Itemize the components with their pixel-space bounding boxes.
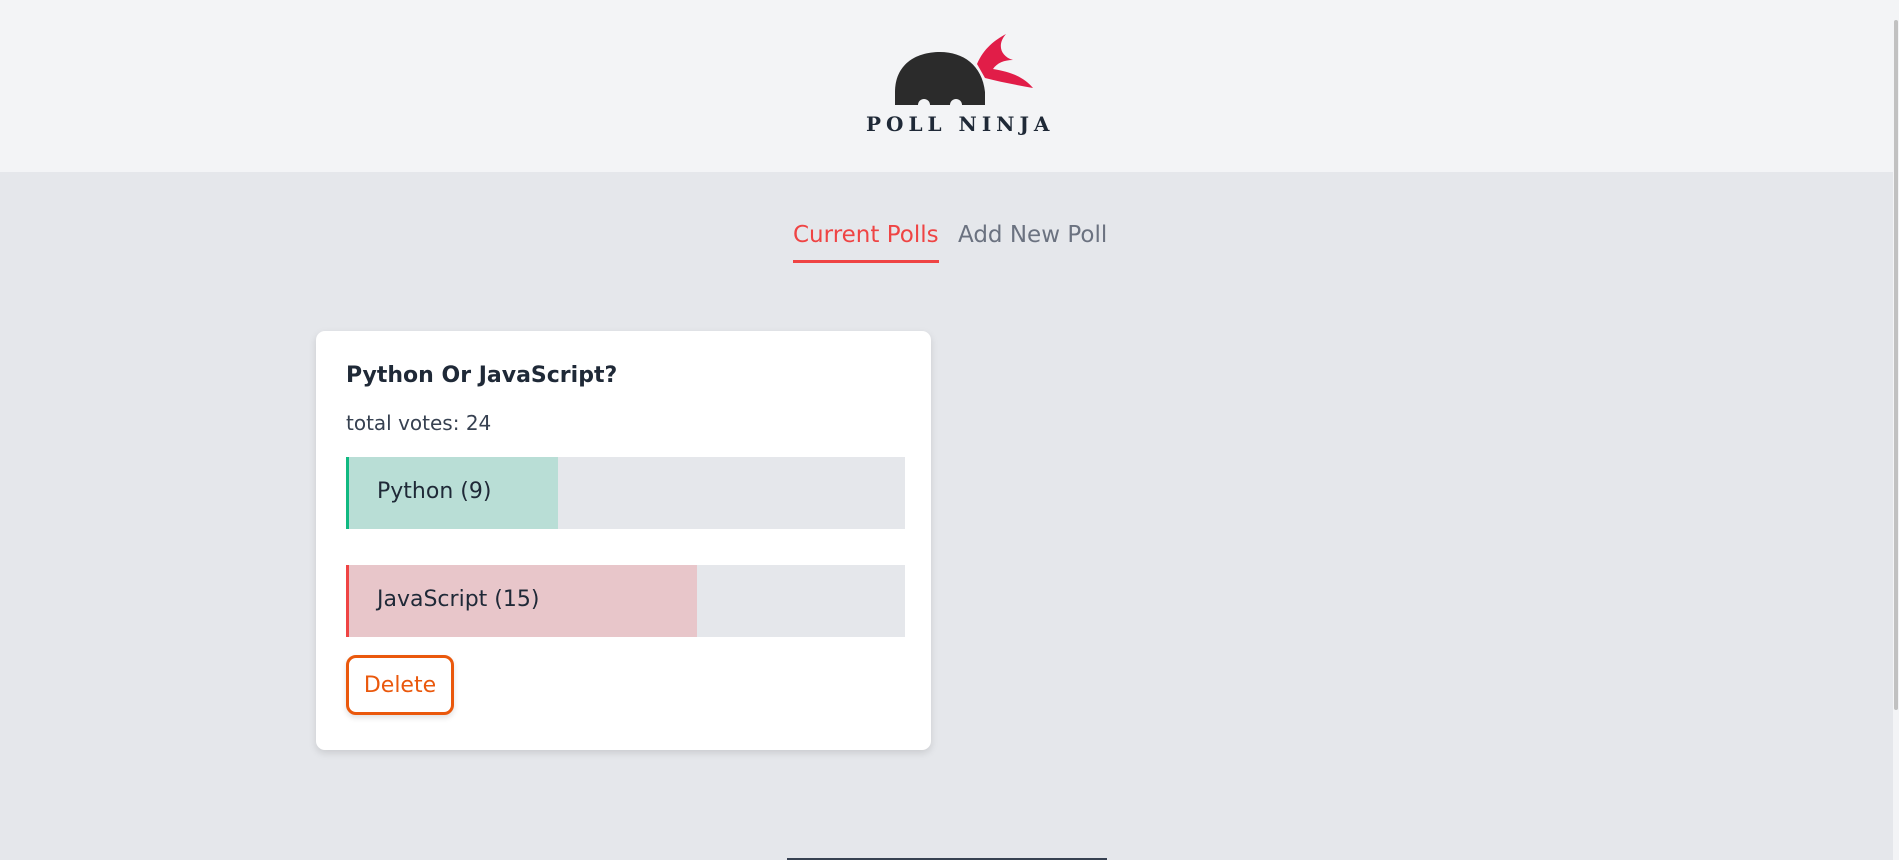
poll-answer-javascript[interactable]: JavaScript (15): [346, 565, 905, 637]
tab-current-polls[interactable]: Current Polls: [793, 222, 939, 263]
tab-bar: Current Polls Add New Poll: [0, 222, 1899, 272]
header: POLL NINJA: [0, 0, 1899, 172]
tab-add-new-poll[interactable]: Add New Poll: [958, 222, 1107, 260]
poll-total-votes: total votes: 24: [346, 411, 492, 435]
logo-text: POLL NINJA: [866, 112, 1055, 136]
ninja-head-icon: [895, 34, 1033, 105]
delete-button[interactable]: Delete: [346, 655, 454, 715]
answer-label-javascript: JavaScript (15): [377, 587, 540, 612]
scrollbar-thumb[interactable]: [1894, 20, 1898, 710]
answer-label-python: Python (9): [377, 479, 492, 504]
scrollbar[interactable]: [1893, 0, 1899, 860]
poll-answer-python[interactable]: Python (9): [346, 457, 905, 529]
logo[interactable]: POLL NINJA: [860, 30, 1055, 140]
poll-card: Python Or JavaScript? total votes: 24 Py…: [316, 331, 931, 750]
poll-question: Python Or JavaScript?: [346, 363, 618, 388]
